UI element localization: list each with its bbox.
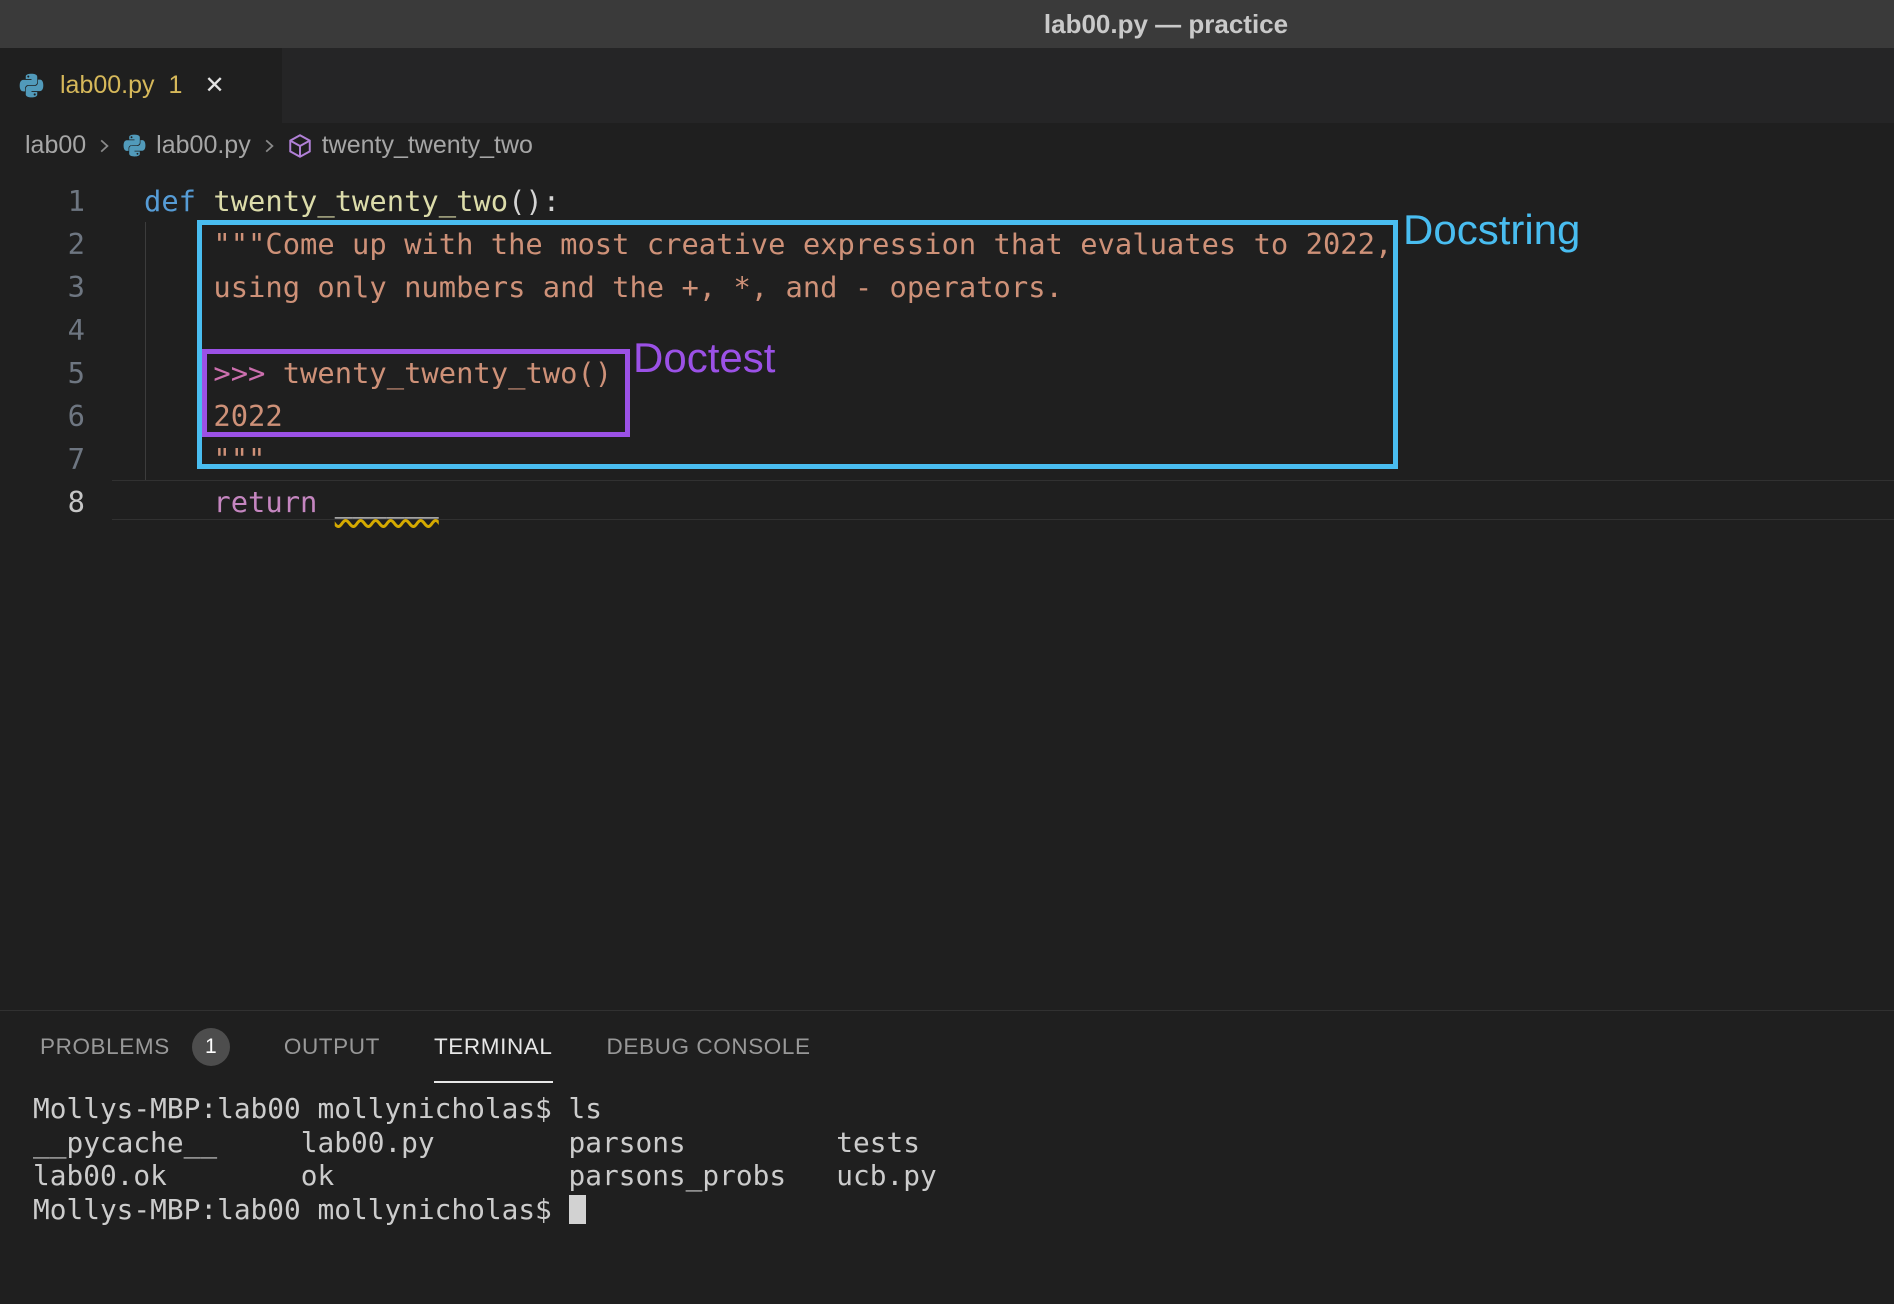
code-line-text[interactable]: def twenty_twenty_two(): [144,180,560,223]
terminal-prompt-line[interactable]: Mollys-MBP:lab00 mollynicholas$ [33,1193,937,1227]
breadcrumb: lab00 lab00.py twenty_twenty_two [0,123,1894,168]
line-number[interactable]: 7 [0,438,85,481]
code-line-text[interactable]: return ______ [144,481,439,524]
breadcrumb-symbol[interactable]: twenty_twenty_two [322,131,533,160]
title-bar: lab00.py — practice [0,0,1894,48]
tab-lab00-py[interactable]: lab00.py 1 ✕ [0,48,282,123]
panel-tab-terminal[interactable]: TERMINAL [434,1011,553,1083]
terminal-prompt: Mollys-MBP:lab00 mollynicholas$ [33,1193,569,1226]
terminal-line: lab00.ok ok parsons_probs ucb.py [33,1159,937,1193]
code-editor[interactable]: 1def twenty_twenty_two():2 """Come up wi… [0,168,1894,1010]
line-number[interactable]: 5 [0,352,85,395]
line-number[interactable]: 8 [0,481,85,524]
bottom-panel: PROBLEMS 1 OUTPUT TERMINAL DEBUG CONSOLE Mol… [0,1010,1894,1304]
doctest-annotation-label: Doctest [633,335,775,381]
tab-filename: lab00.py [60,71,155,100]
tab-problem-count: 1 [169,71,183,100]
chevron-right-icon [95,137,113,155]
python-icon [122,133,147,158]
code-line[interactable]: 8 return ______ [0,481,1894,524]
panel-tab-label: PROBLEMS [40,1034,170,1060]
vscode-window: lab00.py — practice lab00.py 1 ✕ lab00 [0,0,1894,1304]
code-line[interactable]: 1 def twenty_twenty_two(): [0,180,1894,223]
panel-tab-label: TERMINAL [434,1034,553,1060]
panel-tab-debug-console[interactable]: DEBUG CONSOLE [607,1011,811,1083]
terminal-line: __pycache__ lab00.py parsons tests [33,1126,937,1160]
symbol-cube-icon [287,133,313,159]
breadcrumb-folder[interactable]: lab00 [25,131,86,160]
terminal-output[interactable]: Mollys-MBP:lab00 mollynicholas$ ls__pyca… [33,1092,937,1226]
problems-count-badge: 1 [192,1028,230,1066]
breadcrumb-file[interactable]: lab00.py [156,131,251,160]
panel-tab-problems[interactable]: PROBLEMS 1 [40,1011,230,1083]
panel-tab-label: OUTPUT [284,1034,380,1060]
doctest-annotation-box [202,349,630,437]
panel-tab-label: DEBUG CONSOLE [607,1034,811,1060]
chevron-right-icon [260,137,278,155]
window-title: lab00.py — practice [1044,0,1288,48]
line-number[interactable]: 1 [0,180,85,223]
panel-tabs: PROBLEMS 1 OUTPUT TERMINAL DEBUG CONSOLE [40,1011,811,1083]
panel-tab-output[interactable]: OUTPUT [284,1011,380,1083]
terminal-line: Mollys-MBP:lab00 mollynicholas$ ls [33,1092,937,1126]
close-icon[interactable]: ✕ [204,74,224,98]
python-icon [18,72,45,99]
line-number[interactable]: 2 [0,223,85,266]
docstring-annotation-label: Docstring [1403,207,1580,253]
line-number[interactable]: 4 [0,309,85,352]
line-number[interactable]: 6 [0,395,85,438]
terminal-cursor[interactable] [569,1195,586,1224]
editor-tab-bar: lab00.py 1 ✕ [0,48,1894,123]
line-number[interactable]: 3 [0,266,85,309]
